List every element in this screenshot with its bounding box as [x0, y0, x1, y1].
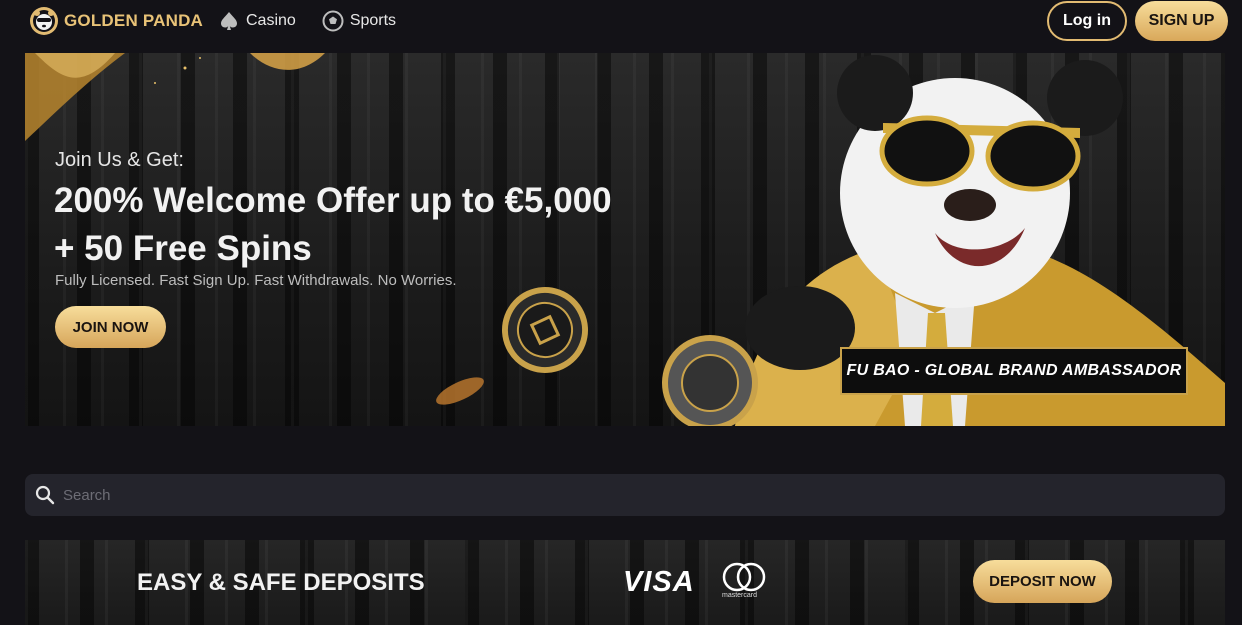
spade-icon	[221, 12, 237, 30]
main-nav: Casino Sports	[218, 10, 396, 32]
login-button[interactable]: Log in	[1047, 1, 1127, 41]
hero-title-line1: 200% Welcome Offer up to €5,000	[54, 181, 612, 220]
deposit-title: EASY & SAFE DEPOSITS	[137, 569, 425, 596]
panda-logo-icon	[30, 7, 58, 35]
hero-title-line2: + 50 Free Spins	[54, 229, 312, 268]
deposit-now-button[interactable]: DEPOSIT NOW	[973, 560, 1112, 603]
nav-label-sports: Sports	[349, 12, 397, 29]
nav-item-sports[interactable]: Sports	[322, 10, 396, 32]
brand-logo[interactable]: GOLDEN PANDA	[28, 5, 203, 37]
join-now-button[interactable]: JOIN NOW	[55, 306, 166, 348]
ambassador-label: FU BAO - GLOBAL BRAND AMBASSADOR	[840, 347, 1188, 395]
gold-leaf-decoration	[25, 53, 325, 141]
brand-name: GOLDEN PANDA	[64, 11, 204, 30]
top-navigation-bar: GOLDEN PANDA Casino Sports Log in SIGN U…	[0, 0, 1242, 52]
nav-label-casino: Casino	[246, 12, 296, 29]
search-input[interactable]	[63, 474, 1213, 516]
hero-subtitle: Join Us & Get:	[55, 149, 184, 171]
soccer-ball-icon	[322, 10, 344, 32]
casino-chip-image	[502, 287, 588, 373]
hero-banner[interactable]: Join Us & Get: 200% Welcome Offer up to …	[25, 53, 1225, 426]
search-icon	[35, 485, 55, 505]
hero-title: 200% Welcome Offer up to €5,000 + 50 Fre…	[54, 177, 612, 273]
nav-item-casino[interactable]: Casino	[218, 10, 296, 32]
hero-description: Fully Licensed. Fast Sign Up. Fast Withd…	[55, 272, 457, 289]
mastercard-label: mastercard	[722, 592, 758, 599]
deposit-banner: EASY & SAFE DEPOSITS VISA mastercard DEP…	[25, 540, 1225, 625]
signup-button[interactable]: SIGN UP	[1135, 1, 1228, 41]
visa-logo: VISA	[623, 566, 695, 598]
coin-sparkle-image	[436, 377, 484, 405]
search-bar	[25, 474, 1225, 516]
